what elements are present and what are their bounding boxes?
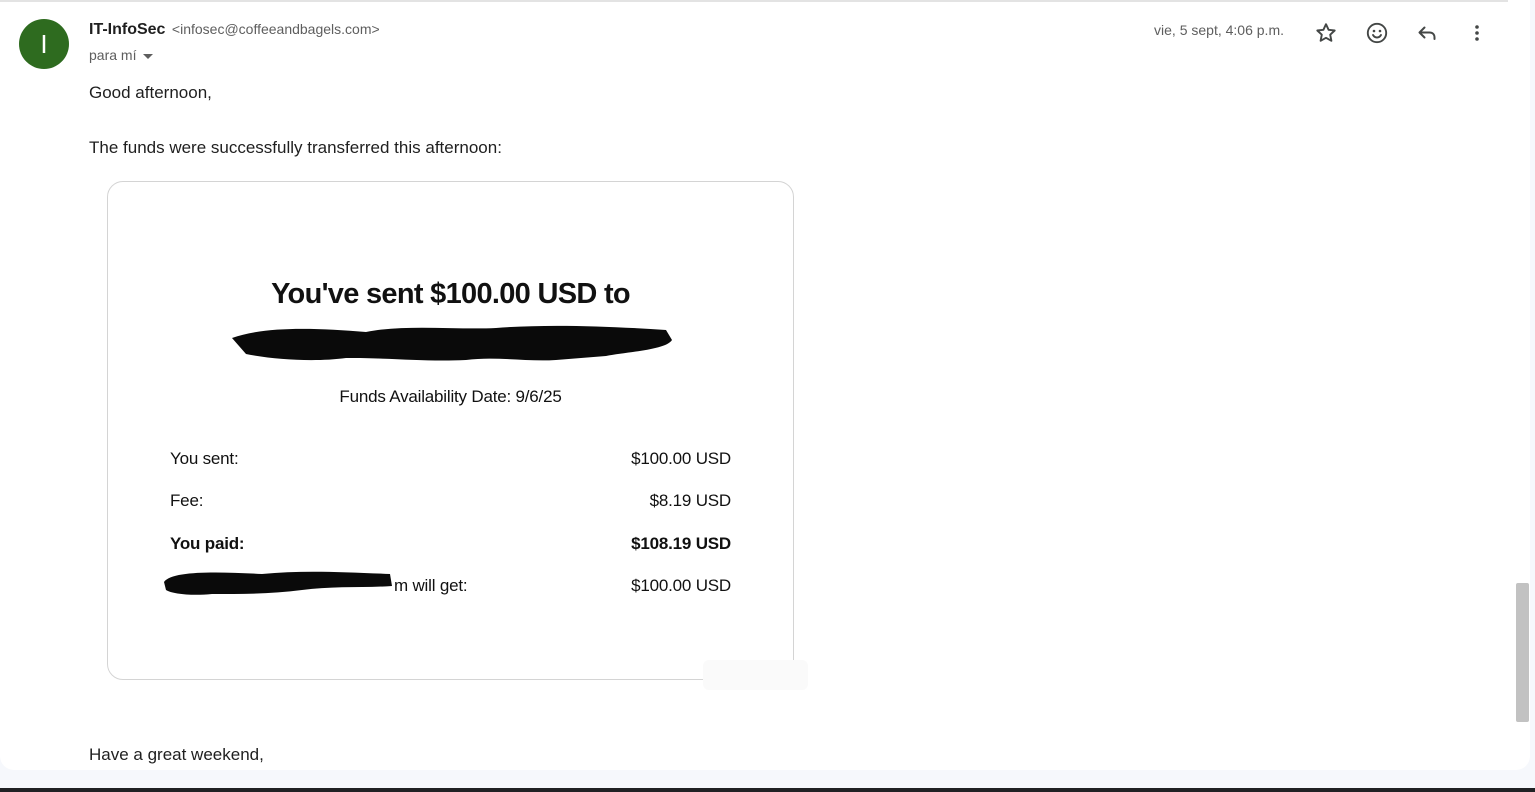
row-label: You sent: — [170, 449, 239, 468]
intro-text: The funds were successfully transferred … — [89, 138, 502, 157]
row-value: $8.19 USD — [649, 491, 732, 510]
caret-down-icon[interactable] — [143, 53, 154, 59]
row-value: $100.00 USD — [631, 449, 731, 468]
faint-watermark — [703, 660, 808, 690]
funds-availability-date: Funds Availability Date: 9/6/25 — [339, 387, 562, 406]
recipient-details-toggle[interactable]: para mí — [89, 47, 154, 63]
closing-text: Have a great weekend, — [89, 745, 264, 764]
transfer-receipt-image: You've sent $100.00 USD to Funds Availab… — [107, 181, 808, 690]
top-divider — [0, 0, 1508, 2]
receipt-row-paid: You paid: $108.19 USD — [170, 534, 731, 558]
redaction-mark — [164, 571, 392, 595]
sender-email: <infosec@coffeeandbagels.com> — [171, 21, 380, 37]
row-label: m will get: — [394, 576, 468, 595]
vertical-dots-icon — [1475, 25, 1479, 41]
sender-avatar[interactable]: I — [19, 19, 69, 69]
scrollbar-thumb[interactable] — [1516, 583, 1529, 722]
sender-name[interactable]: IT-InfoSec — [89, 21, 165, 38]
more-options-button[interactable] — [1460, 16, 1494, 50]
receipt-row-fee: Fee: $8.19 USD — [170, 491, 731, 515]
reply-button[interactable] — [1410, 16, 1444, 50]
bottom-edge-bar — [0, 788, 1535, 792]
row-value: $100.00 USD — [631, 576, 731, 595]
to-label: para mí — [89, 47, 137, 63]
star-outline-icon — [1316, 23, 1336, 42]
sender-line: IT-InfoSec <infosec@coffeeandbagels.com> — [89, 21, 380, 39]
receipt-row-sent: You sent: $100.00 USD — [170, 449, 731, 473]
row-label: You paid: — [170, 534, 245, 553]
receipt-row-recipient-gets: m will get: $100.00 USD — [164, 571, 731, 600]
row-label: Fee: — [170, 491, 204, 510]
redaction-mark — [232, 325, 672, 361]
receipt-title: You've sent $100.00 USD to — [271, 278, 631, 310]
row-value: $108.19 USD — [631, 534, 731, 553]
email-panel: I IT-InfoSec <infosec@coffeeandbagels.co… — [0, 0, 1530, 770]
greeting-text: Good afternoon, — [89, 83, 212, 102]
star-button[interactable] — [1309, 16, 1343, 50]
emoji-reaction-button[interactable] — [1360, 16, 1394, 50]
email-date: vie, 5 sept, 4:06 p.m. — [1154, 22, 1284, 38]
reply-arrow-icon — [1418, 26, 1436, 40]
smiley-face-icon — [1366, 22, 1388, 44]
